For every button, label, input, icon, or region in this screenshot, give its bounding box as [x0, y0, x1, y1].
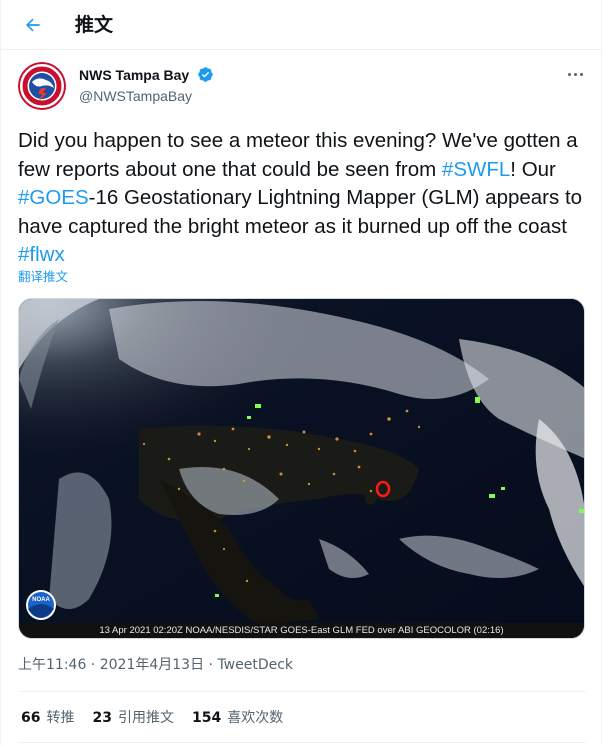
tweet-metadata: 上午11:46 · 2021年4月13日 · TweetDeck	[18, 656, 293, 674]
media-caption: 13 Apr 2021 02:20Z NOAA/NESDIS/STAR GOES…	[19, 623, 584, 638]
author-name[interactable]: NWS Tampa Bay	[79, 66, 189, 84]
tweet-source-link[interactable]: TweetDeck	[217, 657, 293, 673]
author-handle[interactable]: @NWSTampaBay	[79, 87, 192, 105]
back-arrow-icon	[25, 18, 40, 32]
author-avatar[interactable]	[18, 62, 66, 110]
likes-stat[interactable]: 154 喜欢次数	[192, 709, 283, 727]
satellite-image: NOAA	[19, 299, 584, 625]
tweet-date: 2021年4月13日	[99, 657, 205, 673]
divider	[18, 691, 586, 692]
meta-separator: ·	[86, 657, 100, 673]
likes-label: 喜欢次数	[227, 710, 284, 726]
retweets-stat[interactable]: 66 转推	[21, 709, 74, 727]
likes-count: 154	[191, 710, 222, 726]
page-title: 推文	[75, 14, 114, 36]
more-options-button[interactable]	[561, 64, 589, 84]
hashtag-link-goes[interactable]: #GOES	[18, 186, 89, 209]
tweet-text-segment: -16 Geostationary Lightning Mapper (GLM)…	[18, 186, 583, 238]
quotes-stat[interactable]: 23 引用推文	[92, 709, 173, 727]
tweet-media[interactable]: NOAA 13 Apr 2021 02:20Z NOAA/NESDIS/STAR…	[18, 298, 585, 639]
tweet-time: 上午11:46	[18, 657, 87, 673]
nws-logo-icon	[18, 62, 66, 110]
tweet-timestamp[interactable]: 上午11:46 · 2021年4月13日	[18, 657, 204, 673]
retweets-count: 66	[21, 710, 41, 726]
tweet-text-segment: ! Our	[510, 157, 556, 181]
tweet-page: 推文 NWS Tampa Bay @NWSTampaBay Did you ha…	[0, 0, 602, 745]
dot-icon	[567, 72, 571, 76]
translate-tweet-link[interactable]: 翻译推文	[18, 269, 68, 285]
top-bar: 推文	[1, 0, 602, 50]
hashtag-link-swfl[interactable]: #SWFL	[442, 158, 510, 181]
quotes-label: 引用推文	[117, 710, 174, 726]
noaa-logo-text: NOAA	[32, 597, 50, 603]
dot-icon	[573, 72, 577, 76]
hashtag-link-flwx[interactable]: #flwx	[18, 243, 65, 266]
tweet-stats: 66 转推 23 引用推文 154 喜欢次数	[21, 709, 283, 727]
meta-separator: ·	[204, 657, 218, 673]
back-button[interactable]	[18, 10, 48, 40]
dot-icon	[579, 72, 583, 76]
divider	[18, 742, 586, 743]
quotes-count: 23	[92, 710, 112, 726]
retweets-label: 转推	[46, 710, 75, 726]
tweet-text: Did you happen to see a meteor this even…	[18, 127, 584, 270]
verified-badge-icon	[198, 67, 213, 82]
